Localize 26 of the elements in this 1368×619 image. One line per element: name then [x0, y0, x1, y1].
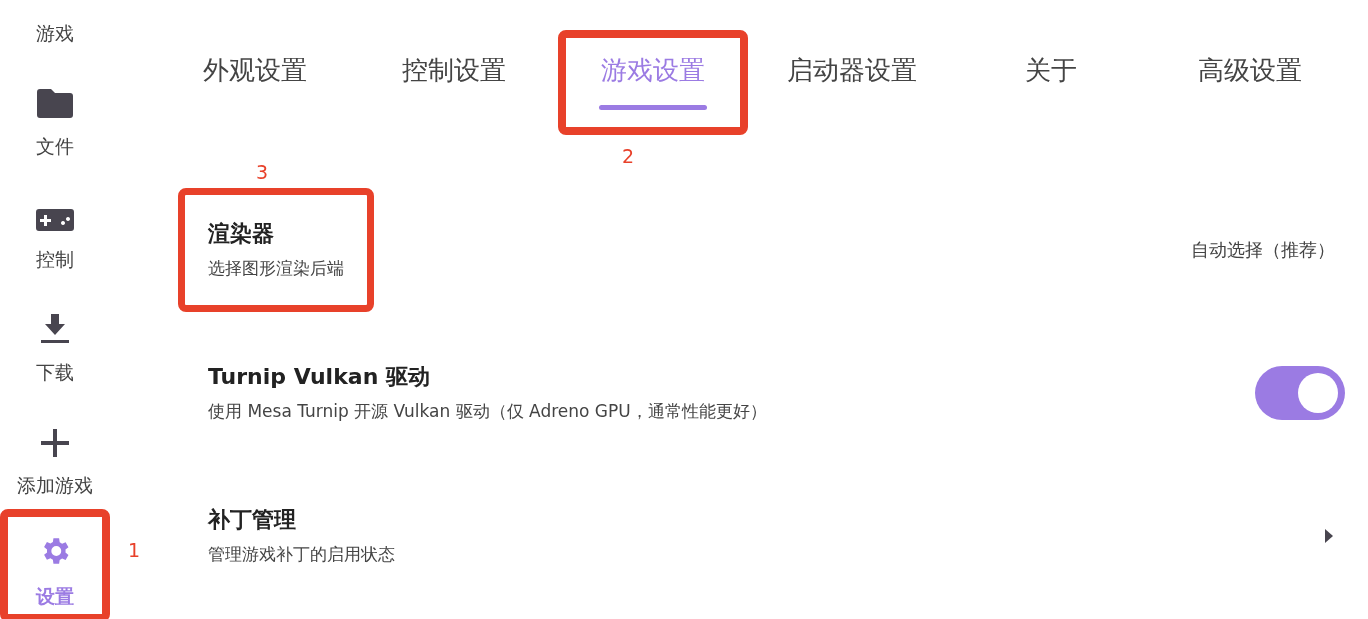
tab[interactable]: 启动器设置	[757, 30, 947, 135]
download-icon	[41, 314, 69, 344]
gamepad-icon	[36, 209, 74, 231]
tab[interactable]: 关于	[956, 30, 1146, 135]
setting-value[interactable]: 自动选择（推荐）	[1191, 237, 1335, 262]
tab[interactable]: 外观设置	[160, 30, 350, 135]
callout-number: 2	[622, 145, 635, 167]
tab[interactable]: 控制设置	[359, 30, 549, 135]
setting-title: 补丁管理	[208, 505, 297, 534]
sidebar-item[interactable]: 添加游戏	[0, 396, 110, 509]
callout-number: 1	[128, 539, 141, 561]
setting-description: 使用 Mesa Turnip 开源 Vulkan 驱动（仅 Adreno GPU，通常性能更好）	[208, 399, 767, 423]
setting-description: 选择图形渲染后端	[208, 256, 344, 280]
plus-icon	[41, 429, 69, 457]
toggle-switch[interactable]	[1255, 365, 1345, 420]
sidebar-item[interactable]: 游戏	[0, 0, 110, 57]
sidebar-item[interactable]: 下载	[0, 283, 110, 396]
tab[interactable]: 高级设置	[1155, 30, 1345, 135]
setting-description: 管理游戏补丁的启用状态	[208, 542, 395, 566]
caret-icon[interactable]	[1325, 528, 1333, 543]
setting-title: 渲染器	[208, 219, 275, 248]
sidebar-item[interactable]: 文件	[0, 57, 110, 170]
setting-title: Turnip Vulkan 驱动	[208, 362, 431, 391]
callout-number: 3	[256, 160, 269, 183]
folder-icon	[37, 88, 73, 118]
sidebar-item[interactable]: 控制	[0, 170, 110, 283]
